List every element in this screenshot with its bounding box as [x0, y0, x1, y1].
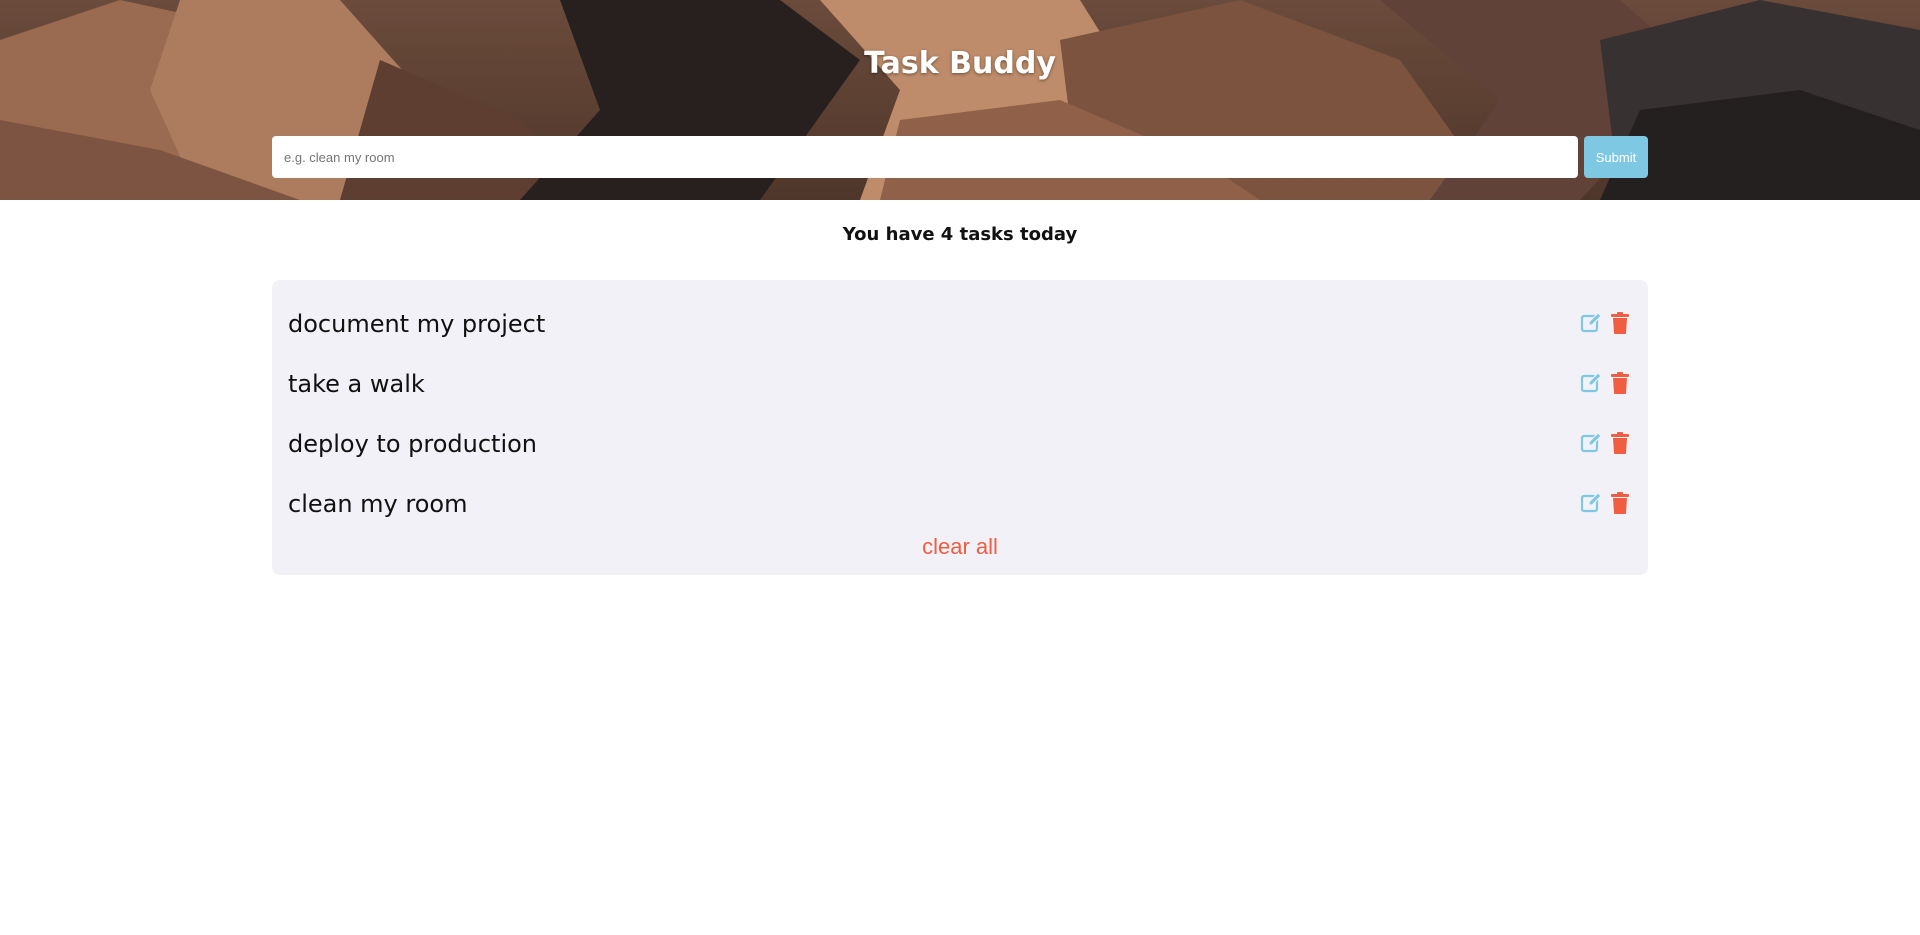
task-item: clean my room [272, 478, 1648, 538]
submit-button[interactable]: Submit [1584, 136, 1648, 178]
task-list-panel: document my project take a walk deploy t… [272, 280, 1648, 575]
delete-task-button[interactable] [1610, 310, 1634, 336]
edit-task-button[interactable] [1580, 430, 1604, 456]
edit-icon [1580, 312, 1602, 333]
hero-header: Task Buddy Submit [0, 0, 1920, 200]
task-label: take a walk [288, 370, 425, 398]
edit-icon [1580, 492, 1602, 513]
trash-icon [1611, 372, 1629, 394]
task-count-heading: You have 4 tasks today [842, 224, 1078, 245]
add-task-form: Submit [272, 136, 1648, 178]
clear-all-button[interactable]: clear all [272, 534, 1648, 560]
task-label: document my project [288, 310, 546, 338]
task-list: document my project take a walk deploy t… [272, 298, 1648, 538]
task-input[interactable] [272, 136, 1578, 178]
trash-icon [1611, 432, 1629, 454]
task-item: deploy to production [272, 418, 1648, 478]
delete-task-button[interactable] [1610, 370, 1634, 396]
edit-icon [1580, 372, 1602, 393]
edit-task-button[interactable] [1580, 370, 1604, 396]
delete-task-button[interactable] [1610, 430, 1634, 456]
edit-task-button[interactable] [1580, 310, 1604, 336]
task-label: clean my room [288, 490, 468, 518]
task-item: take a walk [272, 358, 1648, 418]
app-title: Task Buddy [864, 46, 1056, 81]
task-label: deploy to production [288, 430, 538, 458]
trash-icon [1611, 492, 1629, 514]
edit-task-button[interactable] [1580, 490, 1604, 516]
task-item: document my project [272, 298, 1648, 358]
trash-icon [1611, 312, 1629, 334]
edit-icon [1580, 432, 1602, 453]
delete-task-button[interactable] [1610, 490, 1634, 516]
